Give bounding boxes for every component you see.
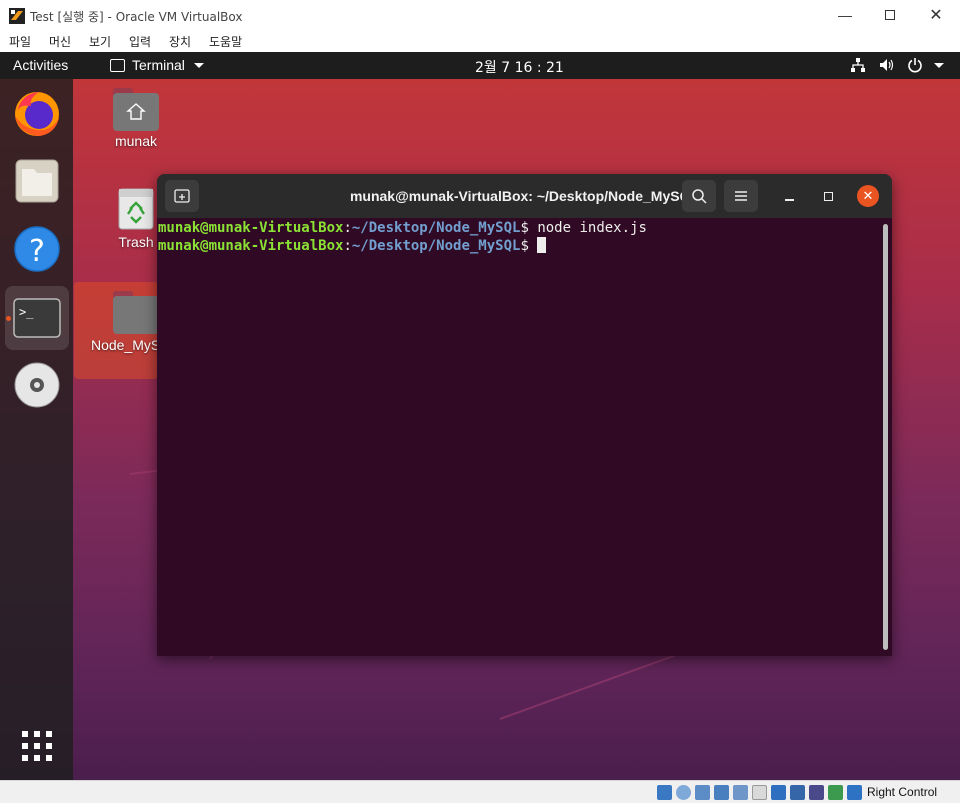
terminal-window[interactable]: munak@munak-VirtualBox: ~/Desktop/Node_M… <box>157 174 892 656</box>
virtualbox-app-icon <box>9 8 25 24</box>
app-menu-label[interactable]: Terminal <box>132 57 185 73</box>
terminal-output[interactable]: munak@munak-VirtualBox:~/Desktop/Node_My… <box>157 218 892 656</box>
search-button[interactable] <box>682 180 716 212</box>
minimize-icon <box>784 199 794 201</box>
disc-icon <box>14 362 60 408</box>
command-text <box>529 238 537 254</box>
desktop-icon-home[interactable]: munak <box>96 87 176 157</box>
terminal-line: munak@munak-VirtualBox:~/Desktop/Node_My… <box>158 237 547 255</box>
menu-input[interactable]: 입력 <box>129 33 151 50</box>
maximize-icon <box>823 191 833 201</box>
mouse-integration-icon[interactable] <box>828 785 843 800</box>
maximize-icon <box>885 10 895 20</box>
dock-dvd[interactable] <box>5 353 69 417</box>
activities-button[interactable]: Activities <box>13 57 68 73</box>
dock-help[interactable]: ? <box>5 217 69 281</box>
terminal-line: munak@munak-VirtualBox:~/Desktop/Node_My… <box>158 219 647 237</box>
close-button[interactable]: ✕ <box>913 0 959 30</box>
system-menu-chevron-icon[interactable] <box>934 63 944 68</box>
power-icon[interactable] <box>907 57 923 73</box>
prompt-separator: : <box>343 220 352 236</box>
host-key-label: Right Control <box>867 785 938 799</box>
scrollbar[interactable] <box>883 224 888 650</box>
desktop-icon-label: munak <box>114 133 158 149</box>
desktop-icon-node-mysql[interactable]: Node_MySQL <box>74 282 179 379</box>
terminal-minimize-button[interactable] <box>779 186 799 206</box>
trash-icon <box>118 188 154 230</box>
prompt-path: ~/Desktop/Node_MySQL <box>351 220 521 236</box>
home-folder-icon <box>113 93 159 131</box>
menu-button[interactable] <box>724 180 758 212</box>
usb-icon[interactable] <box>733 785 748 800</box>
optical-drive-icon[interactable] <box>676 785 691 800</box>
audio-icon[interactable] <box>695 785 710 800</box>
menu-machine[interactable]: 머신 <box>49 33 71 50</box>
terminal-headerbar[interactable]: munak@munak-VirtualBox: ~/Desktop/Node_M… <box>157 174 892 218</box>
svg-text:?: ? <box>29 234 45 269</box>
svg-text:>_: >_ <box>19 305 34 319</box>
minimize-icon: — <box>838 7 852 23</box>
minimize-button[interactable]: — <box>822 0 868 30</box>
display-icon[interactable] <box>771 785 786 800</box>
gnome-topbar: Activities Terminal 2월 7 16 : 21 <box>0 52 960 79</box>
app-grid-icon <box>22 731 52 761</box>
shared-folders-icon[interactable] <box>752 785 767 800</box>
firefox-icon <box>15 92 59 136</box>
command-text: node index.js <box>528 220 647 236</box>
volume-icon[interactable] <box>879 57 895 73</box>
running-indicator <box>6 316 11 321</box>
text-cursor <box>537 237 547 253</box>
files-icon <box>15 159 59 203</box>
recording-icon[interactable] <box>790 785 805 800</box>
hard-disk-icon[interactable] <box>657 785 672 800</box>
show-applications-button[interactable] <box>5 715 69 779</box>
menu-devices[interactable]: 장치 <box>169 33 191 50</box>
prompt-user: munak@munak-VirtualBox <box>158 220 344 236</box>
terminal-maximize-button[interactable] <box>818 186 838 206</box>
terminal-close-button[interactable]: ✕ <box>857 185 879 207</box>
keyboard-icon[interactable] <box>847 785 862 800</box>
maximize-button[interactable] <box>867 0 913 30</box>
menu-view[interactable]: 보기 <box>89 33 111 50</box>
menu-help[interactable]: 도움말 <box>209 33 242 50</box>
network-icon[interactable] <box>850 57 866 73</box>
dock-files[interactable] <box>5 149 69 213</box>
virtualization-icon[interactable] <box>809 785 824 800</box>
clock[interactable]: 2월 7 16 : 21 <box>475 57 564 77</box>
vbox-window-title: Test [실행 중] - Oracle VM VirtualBox <box>30 10 243 24</box>
close-icon: ✕ <box>929 7 943 24</box>
search-icon <box>692 189 707 204</box>
terminal-app-icon <box>110 59 125 72</box>
guest-screen: Activities Terminal 2월 7 16 : 21 ? >_ mu… <box>0 52 960 780</box>
prompt-user: munak@munak-VirtualBox <box>158 238 344 254</box>
close-icon: ✕ <box>862 188 874 203</box>
help-icon: ? <box>14 226 60 272</box>
dock-firefox[interactable] <box>5 82 69 146</box>
chevron-down-icon[interactable] <box>194 63 204 68</box>
menu-file[interactable]: 파일 <box>9 33 31 50</box>
prompt-symbol: $ <box>520 238 529 254</box>
desktop: ? >_ munak Trash Node_MySQL munak@munak-… <box>0 79 960 780</box>
folder-icon <box>113 296 159 334</box>
dock: ? >_ <box>0 79 73 780</box>
hamburger-icon <box>735 191 747 201</box>
vbox-titlebar: Test [실행 중] - Oracle VM VirtualBox — ✕ <box>0 0 960 30</box>
prompt-separator: : <box>343 238 352 254</box>
prompt-path: ~/Desktop/Node_MySQL <box>351 238 521 254</box>
vbox-menubar: 파일 머신 보기 입력 장치 도움말 <box>0 30 960 52</box>
vbox-statusbar: Right Control <box>0 780 960 803</box>
terminal-icon: >_ <box>13 298 61 338</box>
network-adapter-icon[interactable] <box>714 785 729 800</box>
dock-terminal[interactable]: >_ <box>5 286 69 350</box>
prompt-symbol: $ <box>520 220 529 236</box>
